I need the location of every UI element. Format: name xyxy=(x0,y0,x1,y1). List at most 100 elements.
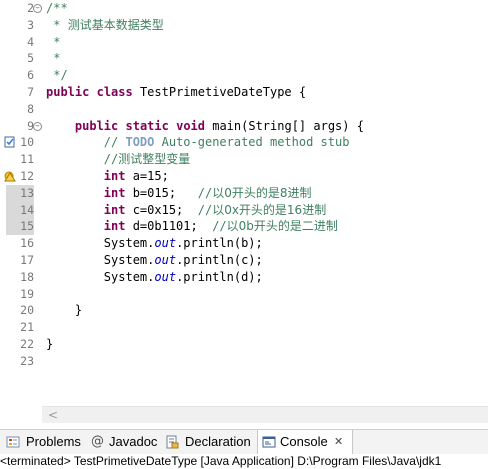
code-text[interactable]: System.out.println(b); xyxy=(46,235,263,252)
line-number: 15 xyxy=(6,218,34,235)
tab-console[interactable]: Console ✕ xyxy=(257,430,353,454)
code-token: .println(d); xyxy=(176,270,263,284)
code-token: int xyxy=(103,186,126,200)
code-token: System. xyxy=(46,236,155,250)
bottom-panel-tabs: Problems @ Javadoc Declaration Console ✕ xyxy=(0,429,488,455)
line-number: 6 xyxy=(27,68,34,82)
tab-label: Problems xyxy=(26,434,81,449)
code-line: 9− public static void main(String[] args… xyxy=(0,118,488,135)
code-line: 11 //测试整型变量 xyxy=(0,151,488,168)
code-token: System. xyxy=(46,270,155,284)
code-line: 12 int a=15; xyxy=(0,168,488,185)
code-line: 2−/** xyxy=(0,0,488,17)
line-number: 23 xyxy=(20,354,34,368)
tab-label: Javadoc xyxy=(109,434,158,449)
code-token: * xyxy=(46,35,61,49)
code-token: int xyxy=(103,203,126,217)
code-token: out xyxy=(154,236,177,250)
line-number: 17 xyxy=(20,253,34,267)
line-number: 2 xyxy=(27,1,34,15)
code-text[interactable]: int d=0b1101; //以0b开头的是二进制 xyxy=(46,218,338,235)
at-icon: @ xyxy=(91,434,104,449)
line-number: 21 xyxy=(20,320,34,334)
code-token: int xyxy=(103,169,126,183)
code-token: 以0开头的是8进制 xyxy=(212,186,312,200)
code-token: int xyxy=(103,219,126,233)
code-line: 14 int c=0x15; //以0x开头的是16进制 xyxy=(0,202,488,219)
code-token: * xyxy=(46,51,61,65)
code-token: Auto-generated method stub xyxy=(154,135,350,149)
tab-label: Console xyxy=(280,434,328,449)
code-token: c=0x15; xyxy=(125,203,198,217)
code-text[interactable]: public class TestPrimetiveDateType { xyxy=(46,84,306,101)
code-text[interactable]: /** xyxy=(46,0,68,17)
code-line: 20 } xyxy=(0,302,488,319)
code-text[interactable]: public static void main(String[] args) { xyxy=(46,118,364,135)
console-icon xyxy=(262,436,276,448)
code-token: // xyxy=(197,186,213,200)
horizontal-scrollbar[interactable]: < xyxy=(42,406,488,423)
code-text[interactable]: System.out.println(c); xyxy=(46,252,263,269)
warning-marker-icon[interactable] xyxy=(4,170,16,182)
code-line: 5 * xyxy=(0,50,488,67)
code-text[interactable]: } xyxy=(46,336,53,353)
line-number: 22 xyxy=(20,337,34,351)
code-text[interactable]: int a=15; xyxy=(46,168,169,185)
code-token: public xyxy=(74,119,119,133)
problems-icon xyxy=(6,436,20,448)
code-token: .println(c); xyxy=(176,253,263,267)
line-number: 20 xyxy=(20,303,34,317)
code-editor[interactable]: 2−/** 3 * 测试基本数据类型 4 * 5 * 6 */7 public class… xyxy=(0,0,488,428)
code-text[interactable]: */ xyxy=(46,67,68,84)
tab-problems[interactable]: Problems xyxy=(4,430,86,454)
code-token: a=15; xyxy=(125,169,169,183)
code-token: TODO xyxy=(125,135,155,149)
code-line: 16 System.out.println(b); xyxy=(0,235,488,252)
console-status-line: <terminated> TestPrimetiveDateType [Java… xyxy=(0,454,488,469)
code-token: // xyxy=(212,219,227,233)
code-text[interactable]: * 测试基本数据类型 xyxy=(46,17,164,34)
code-token: * xyxy=(46,18,68,32)
code-token: d=0b1101; xyxy=(125,219,213,233)
code-text[interactable]: int c=0x15; //以0x开头的是16进制 xyxy=(46,202,326,219)
code-text[interactable]: //测试整型变量 xyxy=(46,151,190,168)
code-token: public xyxy=(46,85,90,99)
line-number: 9 xyxy=(27,119,34,133)
fold-collapse-icon[interactable]: − xyxy=(33,122,42,131)
line-number: 14 xyxy=(6,202,34,219)
code-line: 10 // TODO Auto-generated method stub xyxy=(0,134,488,151)
code-text[interactable]: // TODO Auto-generated method stub xyxy=(46,134,350,151)
code-token: */ xyxy=(46,68,68,82)
code-text[interactable]: int b=015; //以0开头的是8进制 xyxy=(46,185,312,202)
tab-declaration[interactable]: Declaration xyxy=(163,430,255,454)
code-line: 19 xyxy=(0,286,488,303)
code-line: 22} xyxy=(0,336,488,353)
scroll-left-arrow-icon[interactable]: < xyxy=(48,407,58,423)
code-text[interactable]: * xyxy=(46,50,60,67)
tab-javadoc[interactable]: @ Javadoc xyxy=(89,430,161,454)
code-token: } xyxy=(46,303,83,317)
code-token: 测试基本数据类型 xyxy=(67,18,164,32)
code-token: 测试整型变量 xyxy=(118,152,191,166)
close-icon[interactable]: ✕ xyxy=(334,430,343,454)
code-token: /** xyxy=(46,1,68,15)
code-text[interactable]: System.out.println(d); xyxy=(46,269,263,286)
task-marker-icon[interactable] xyxy=(4,136,16,148)
declaration-icon xyxy=(166,435,179,449)
code-line: 4 * xyxy=(0,34,488,51)
line-number: 3 xyxy=(27,18,34,32)
line-number: 19 xyxy=(20,287,34,301)
code-line: 23 xyxy=(0,353,488,370)
code-text[interactable]: * xyxy=(46,34,60,51)
fold-collapse-icon[interactable]: − xyxy=(33,4,42,13)
code-text[interactable]: } xyxy=(46,302,82,319)
line-number: 11 xyxy=(20,152,34,166)
code-token: TestPrimetiveDateType { xyxy=(132,85,307,99)
code-token: System. xyxy=(46,253,155,267)
